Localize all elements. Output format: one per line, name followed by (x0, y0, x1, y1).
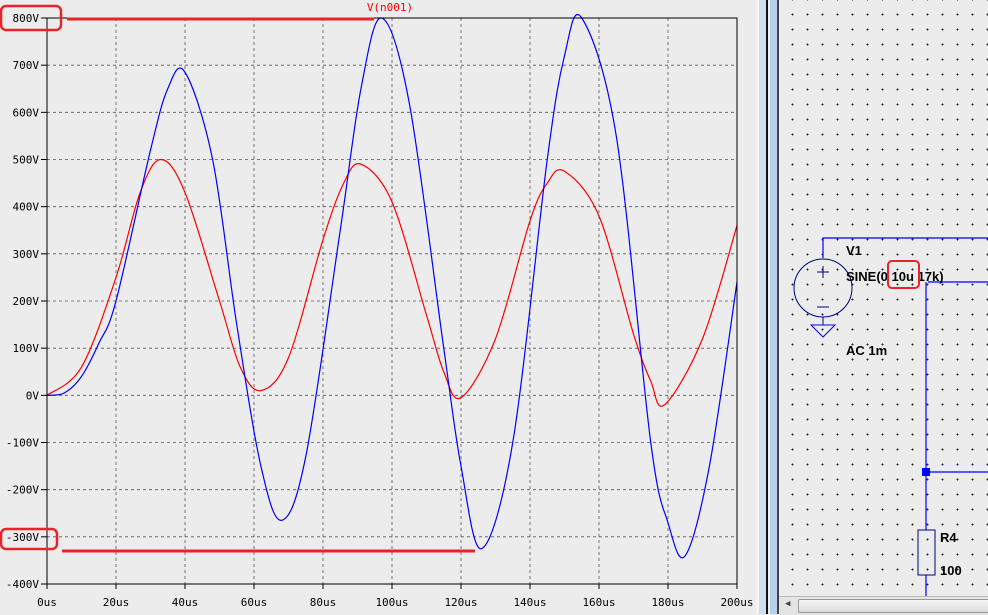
annotation-box-10u (886, 260, 920, 289)
y-tick-label: 700V (13, 59, 40, 72)
x-tick-label: 80us (310, 596, 337, 609)
resistor-value[interactable]: 100 (940, 563, 962, 578)
ground-symbol[interactable] (809, 324, 837, 338)
scrollbar-thumb[interactable]: ||| (798, 599, 988, 613)
schematic-horizontal-scrollbar[interactable]: ◀ ||| (779, 596, 988, 615)
junction-dot (922, 468, 930, 476)
y-tick-label: 100V (13, 342, 40, 355)
y-tick-label: -200V (6, 484, 39, 497)
x-tick-label: 140us (513, 596, 546, 609)
x-tick-label: 60us (241, 596, 268, 609)
y-tick-label: -300V (6, 531, 39, 544)
source-ac[interactable]: AC 1m (846, 343, 887, 358)
y-tick-label: 400V (13, 201, 40, 214)
x-tick-label: 20us (103, 596, 130, 609)
waveform-chart[interactable]: 800V 700V 600V 500V 400V 300V 200V 100V 0V -100V -… (0, 0, 756, 614)
y-tick-label: 500V (13, 154, 40, 167)
x-tick-label: 160us (582, 596, 615, 609)
schematic-pane[interactable]: V1 SINE(0 10u 17k) AC 1m R4 100 (779, 0, 988, 596)
x-tick-label: 0us (37, 596, 57, 609)
source-value-suffix: 17k) (917, 269, 944, 284)
resistor-r4[interactable] (917, 529, 936, 576)
y-tick-label: -400V (6, 578, 39, 591)
x-tick-label: 180us (651, 596, 684, 609)
source-value[interactable]: SINE(0 10u 17k) (846, 260, 944, 289)
schematic-border (770, 0, 777, 614)
pane-splitter[interactable] (759, 0, 766, 614)
x-tick-label: 40us (172, 596, 199, 609)
y-tick-label: 0V (26, 389, 40, 402)
x-tick-label: 200us (720, 596, 753, 609)
resistor-name[interactable]: R4 (940, 530, 957, 545)
y-tick-label: 600V (13, 106, 40, 119)
y-tick-label: 300V (13, 248, 40, 261)
voltage-source-v1[interactable] (793, 258, 853, 325)
scroll-left-icon[interactable]: ◀ (785, 599, 790, 609)
trace-label-vn001[interactable]: V(n001) (367, 1, 413, 14)
source-value-highlight: 10u (886, 260, 920, 289)
schematic-drawing (793, 237, 988, 596)
x-tick-label: 100us (375, 596, 408, 609)
source-name[interactable]: V1 (846, 243, 862, 258)
y-tick-label: 200V (13, 295, 40, 308)
x-tick-label: 120us (444, 596, 477, 609)
y-tick-label: 800V (13, 12, 40, 25)
y-tick-label: -100V (6, 437, 39, 450)
source-value-prefix: SINE(0 (846, 269, 888, 284)
waveform-plot-pane[interactable]: 800V 700V 600V 500V 400V 300V 200V 100V 0V -100V -… (0, 0, 756, 614)
